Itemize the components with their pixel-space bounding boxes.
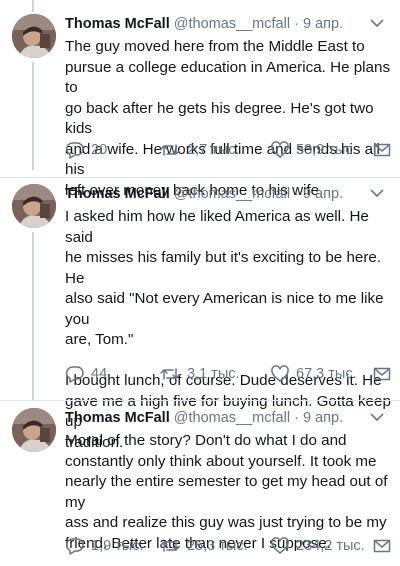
avatar-photo-icon xyxy=(12,408,56,452)
retweet-icon xyxy=(160,368,180,380)
retweet-count: 25,3 тыс. xyxy=(187,538,248,554)
retweet-button[interactable]: 3,1 тыс. xyxy=(159,364,240,384)
reply-button[interactable]: 1,9 тыс. xyxy=(65,536,144,556)
like-count: 53,9 тыс. xyxy=(296,142,357,158)
reply-count: 1,9 тыс. xyxy=(91,538,144,554)
thread-line xyxy=(32,0,34,12)
like-count: 234,2 тыс. xyxy=(296,538,365,554)
retweet-count: 2,7 тыс. xyxy=(187,142,240,158)
share-button[interactable] xyxy=(372,140,398,160)
author-handle[interactable]: @thomas__mcfall xyxy=(174,410,290,426)
like-button[interactable]: 67,3 тыс. xyxy=(270,364,357,384)
separator-dot: · xyxy=(294,410,299,426)
avatar-photo-icon xyxy=(12,184,56,228)
envelope-icon xyxy=(373,143,391,157)
chevron-down-icon[interactable] xyxy=(368,14,386,32)
author-handle[interactable]: @thomas__mcfall xyxy=(174,16,290,32)
reply-icon xyxy=(65,538,84,555)
tweet-actions: 20 2,7 тыс. 53,9 тыс. xyxy=(65,140,392,160)
like-count: 67,3 тыс. xyxy=(296,366,357,382)
separator-dot: · xyxy=(294,186,299,202)
author-name[interactable]: Thomas McFall xyxy=(65,410,170,426)
heart-icon xyxy=(271,141,289,158)
tweet[interactable]: Thomas McFall @thomas__mcfall · 9 апр. M… xyxy=(0,408,400,566)
tweet-actions: 1,9 тыс. 25,3 тыс. 234,2 тыс. xyxy=(65,536,392,556)
retweet-button[interactable]: 2,7 тыс. xyxy=(159,140,240,160)
reply-count: 20 xyxy=(91,142,108,158)
like-button[interactable]: 53,9 тыс. xyxy=(270,140,357,160)
heart-icon xyxy=(271,365,289,382)
tweet-timestamp[interactable]: 9 апр. xyxy=(303,16,343,32)
reply-icon xyxy=(65,366,84,383)
share-button[interactable] xyxy=(372,364,398,384)
tweet[interactable]: Thomas McFall @thomas__mcfall · 9 апр. T… xyxy=(0,14,400,199)
tweet-header: Thomas McFall @thomas__mcfall · 9 апр. xyxy=(65,408,392,428)
reply-button[interactable]: 44 xyxy=(65,364,107,384)
retweet-count: 3,1 тыс. xyxy=(187,366,240,382)
tweet-timestamp[interactable]: 9 апр. xyxy=(303,186,343,202)
envelope-icon xyxy=(373,367,391,381)
share-button[interactable] xyxy=(372,536,398,556)
tweet[interactable]: Thomas McFall @thomas__mcfall · 9 апр. I… xyxy=(0,184,400,451)
reply-count: 44 xyxy=(91,366,108,382)
author-name[interactable]: Thomas McFall xyxy=(65,16,170,32)
retweet-icon xyxy=(160,144,180,156)
tweet-actions: 44 3,1 тыс. 67,3 тыс. xyxy=(65,364,392,384)
tweet-header: Thomas McFall @thomas__mcfall · 9 апр. xyxy=(65,184,392,204)
heart-icon xyxy=(271,537,289,554)
avatar[interactable] xyxy=(12,14,56,58)
divider xyxy=(0,177,400,178)
divider xyxy=(0,400,400,401)
retweet-button[interactable]: 25,3 тыс. xyxy=(159,536,248,556)
avatar[interactable] xyxy=(12,184,56,228)
reply-icon xyxy=(65,142,84,159)
tweet-timestamp[interactable]: 9 апр. xyxy=(303,410,343,426)
avatar[interactable] xyxy=(12,408,56,452)
tweet-header: Thomas McFall @thomas__mcfall · 9 апр. xyxy=(65,14,392,34)
chevron-down-icon[interactable] xyxy=(368,408,386,426)
author-handle[interactable]: @thomas__mcfall xyxy=(174,186,290,202)
author-name[interactable]: Thomas McFall xyxy=(65,186,170,202)
chevron-down-icon[interactable] xyxy=(368,184,386,202)
like-button[interactable]: 234,2 тыс. xyxy=(270,536,365,556)
avatar-photo-icon xyxy=(12,14,56,58)
envelope-icon xyxy=(373,539,391,553)
retweet-icon xyxy=(160,540,180,552)
reply-button[interactable]: 20 xyxy=(65,140,107,160)
separator-dot: · xyxy=(294,16,299,32)
